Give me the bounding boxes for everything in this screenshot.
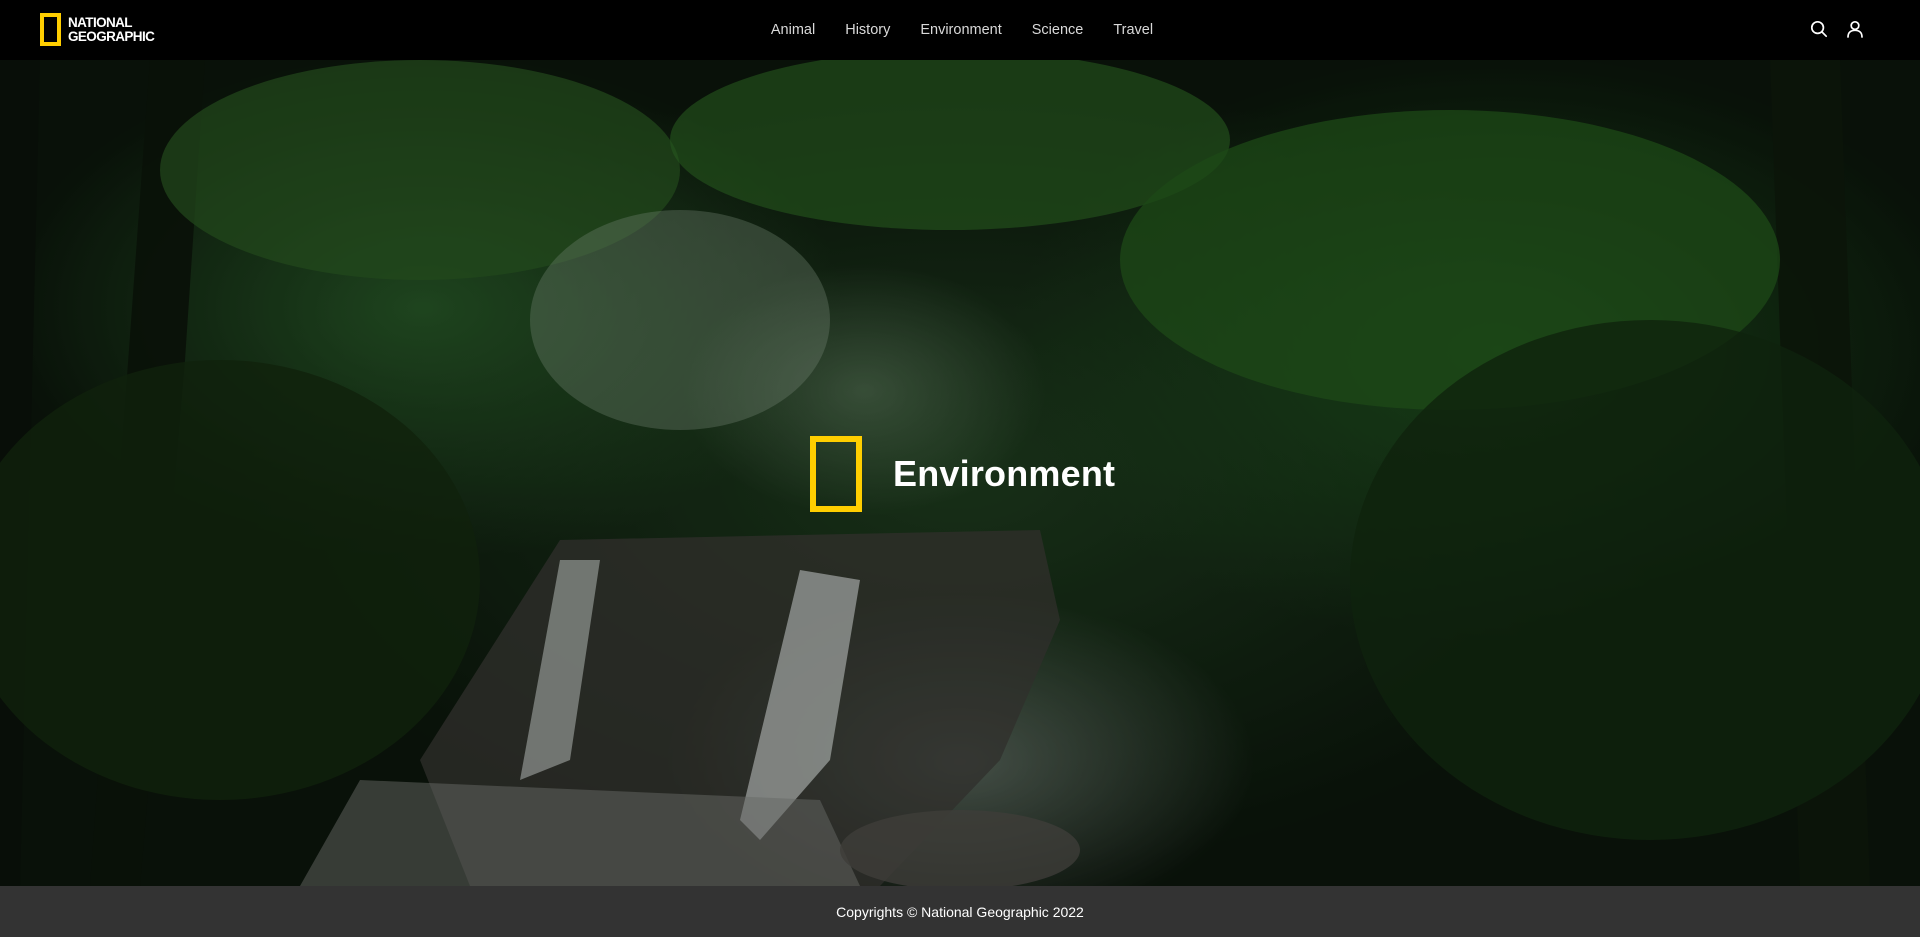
- page-title: Environment: [893, 453, 1116, 494]
- yellow-border-emblem-icon: [810, 436, 862, 512]
- nav-item-history[interactable]: History: [845, 22, 890, 38]
- nav-item-travel[interactable]: Travel: [1113, 22, 1153, 38]
- copyright-text: Copyrights © National Geographic 2022: [836, 903, 1084, 920]
- nav-item-science[interactable]: Science: [1032, 22, 1084, 38]
- hero-title-block: Environment: [810, 436, 1115, 512]
- hero-section: Environment: [0, 60, 1920, 886]
- search-icon[interactable]: [1810, 20, 1828, 38]
- user-icon[interactable]: [1846, 20, 1864, 38]
- header-actions: [1810, 20, 1864, 38]
- site-footer: Copyrights © National Geographic 2022: [0, 886, 1920, 937]
- main-nav: Animal History Environment Science Trave…: [0, 0, 1920, 60]
- nav-item-environment[interactable]: Environment: [920, 22, 1001, 38]
- nav-item-animal[interactable]: Animal: [771, 22, 815, 38]
- top-navigation-bar: NATIONAL GEOGRAPHIC Animal History Envir…: [0, 0, 1920, 60]
